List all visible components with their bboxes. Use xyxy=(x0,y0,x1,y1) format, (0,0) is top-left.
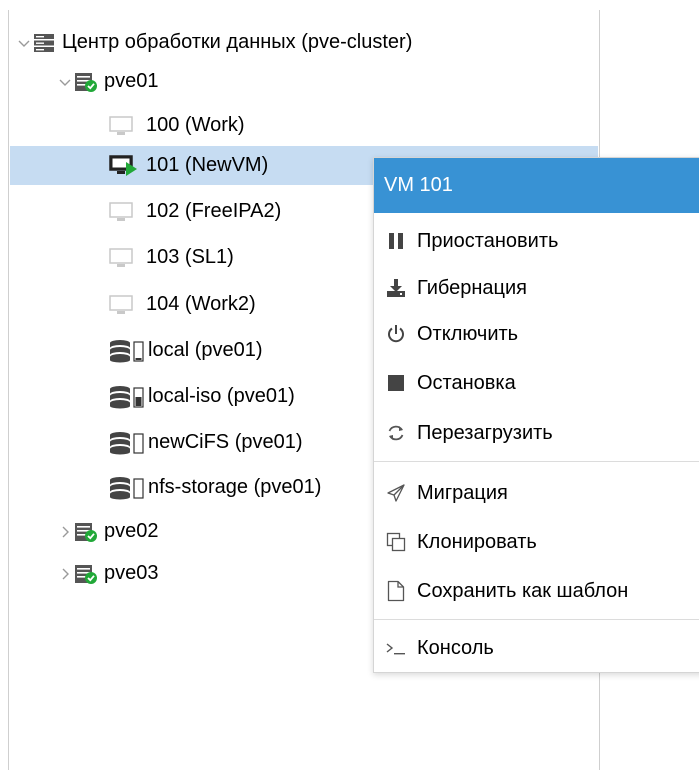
node-online-icon xyxy=(75,72,97,92)
storage-icon xyxy=(110,339,144,362)
storage-label: local (pve01) xyxy=(148,339,263,361)
clone-icon xyxy=(385,531,407,553)
chevron-down-icon[interactable] xyxy=(58,75,72,89)
storage-icon xyxy=(110,476,144,499)
storage-icon xyxy=(110,431,144,454)
menu-item-label: Консоль xyxy=(417,636,494,659)
send-icon xyxy=(385,482,407,504)
menu-item-pause[interactable]: Приостановить xyxy=(374,217,699,265)
menu-divider xyxy=(374,619,699,620)
vm-label: 102 (FreeIPA2) xyxy=(146,200,282,222)
vm-stopped-icon xyxy=(109,115,133,135)
storage-label: nfs-storage (pve01) xyxy=(148,476,322,498)
storage-icon xyxy=(110,385,144,408)
vm-label: 103 (SL1) xyxy=(146,246,234,268)
chevron-right-icon[interactable] xyxy=(58,567,72,581)
datacenter-label: Центр обработки данных (pve-cluster) xyxy=(62,31,413,53)
server-rack-icon xyxy=(34,33,54,52)
chevron-down-icon[interactable] xyxy=(17,36,31,50)
menu-item-migrate[interactable]: Миграция xyxy=(374,469,699,517)
vm-context-menu: VM 101 Приостановить Гибернация Отключит… xyxy=(373,157,699,673)
pause-icon xyxy=(385,230,407,252)
menu-item-label: Гибернация xyxy=(417,276,527,299)
menu-item-label: Приостановить xyxy=(417,229,559,252)
terminal-icon xyxy=(385,637,407,659)
tree-row-vm-100[interactable]: 100 (Work) xyxy=(10,106,598,145)
menu-title: VM 101 xyxy=(374,158,699,213)
vm-stopped-icon xyxy=(109,201,133,221)
menu-item-label: Миграция xyxy=(417,481,508,504)
storage-label: newCiFS (pve01) xyxy=(148,431,303,453)
menu-item-shutdown[interactable]: Отключить xyxy=(374,310,699,358)
menu-item-reboot[interactable]: Перезагрузить xyxy=(374,409,699,457)
node-label: pve01 xyxy=(104,70,159,92)
node-online-icon xyxy=(75,522,97,542)
chevron-right-icon[interactable] xyxy=(58,525,72,539)
vm-label: 100 (Work) xyxy=(146,114,245,136)
menu-item-label: Клонировать xyxy=(417,530,537,553)
menu-item-label: Перезагрузить xyxy=(417,421,553,444)
vm-stopped-icon xyxy=(109,247,133,267)
menu-divider xyxy=(374,461,699,462)
menu-item-label: Остановка xyxy=(417,371,516,394)
file-icon xyxy=(385,580,407,602)
tree-row-datacenter[interactable]: Центр обработки данных (pve-cluster) xyxy=(10,23,598,62)
tree-row-node-pve01[interactable]: pve01 xyxy=(10,62,598,101)
menu-item-hibernate[interactable]: Гибернация xyxy=(374,264,699,312)
vm-running-icon xyxy=(109,154,137,176)
vm-label: 101 (NewVM) xyxy=(146,154,269,176)
stop-icon xyxy=(385,372,407,394)
power-icon xyxy=(385,323,407,345)
node-label: pve03 xyxy=(104,562,159,584)
node-label: pve02 xyxy=(104,520,159,542)
refresh-icon xyxy=(385,422,407,444)
menu-item-convert-template[interactable]: Сохранить как шаблон xyxy=(374,567,699,615)
menu-item-stop[interactable]: Остановка xyxy=(374,359,699,407)
vm-label: 104 (Work2) xyxy=(146,293,256,315)
menu-item-console[interactable]: Консоль xyxy=(374,624,699,672)
download-icon xyxy=(385,277,407,299)
menu-item-label: Отключить xyxy=(417,322,519,345)
menu-item-label: Сохранить как шаблон xyxy=(417,579,629,602)
storage-label: local-iso (pve01) xyxy=(148,385,295,407)
node-online-icon xyxy=(75,564,97,584)
menu-item-clone[interactable]: Клонировать xyxy=(374,518,699,566)
vm-stopped-icon xyxy=(109,294,133,314)
